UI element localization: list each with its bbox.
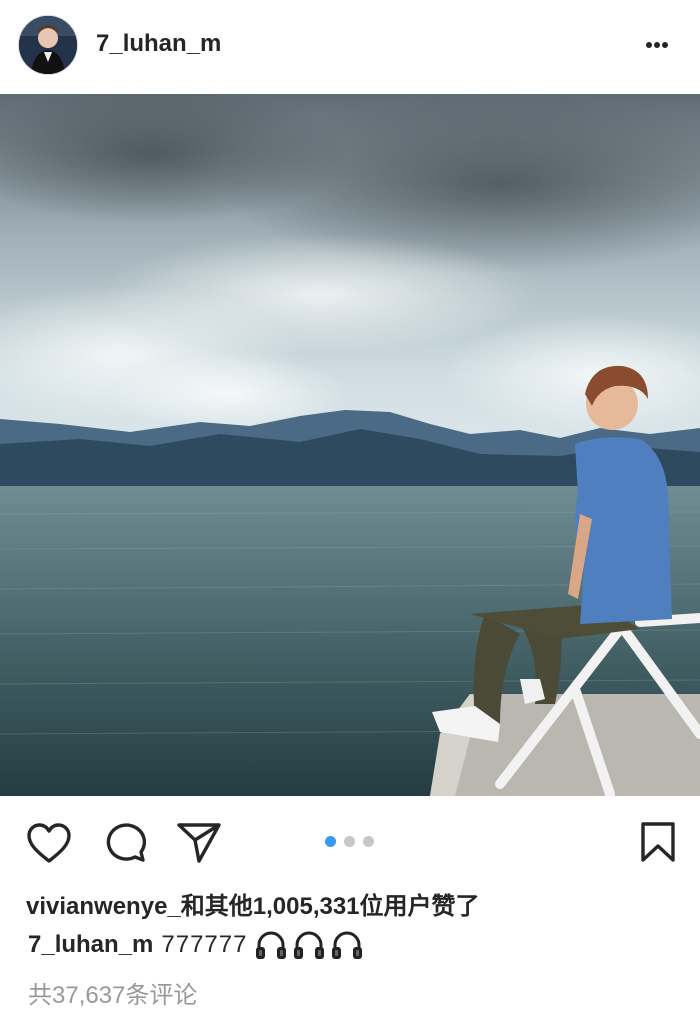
post-header: 7_luhan_m xyxy=(0,0,700,94)
comment-icon[interactable] xyxy=(103,820,147,869)
view-comments-link[interactable]: 共37,637条评论 xyxy=(28,975,197,1010)
carousel-dot xyxy=(363,836,374,847)
bookmark-icon[interactable] xyxy=(640,821,676,868)
caption-username[interactable]: 7_luhan_m xyxy=(28,931,153,959)
headphone-icon xyxy=(331,930,363,960)
post-photo[interactable] xyxy=(0,94,700,796)
heart-icon[interactable] xyxy=(26,822,72,869)
headphone-icon xyxy=(293,930,325,960)
carousel-dot xyxy=(344,836,355,847)
avatar[interactable] xyxy=(18,15,78,75)
caption: 7_luhan_m 777777 xyxy=(28,930,369,960)
caption-text: 777777 xyxy=(161,931,248,958)
more-horizontal-icon[interactable] xyxy=(644,30,674,60)
headphone-icon xyxy=(255,930,287,960)
share-icon[interactable] xyxy=(176,821,222,870)
username[interactable]: 7_luhan_m xyxy=(96,30,221,58)
carousel-dot-active xyxy=(325,836,336,847)
likes-count[interactable]: vivianwenye_和其他1,005,331位用户赞了 xyxy=(26,886,480,921)
